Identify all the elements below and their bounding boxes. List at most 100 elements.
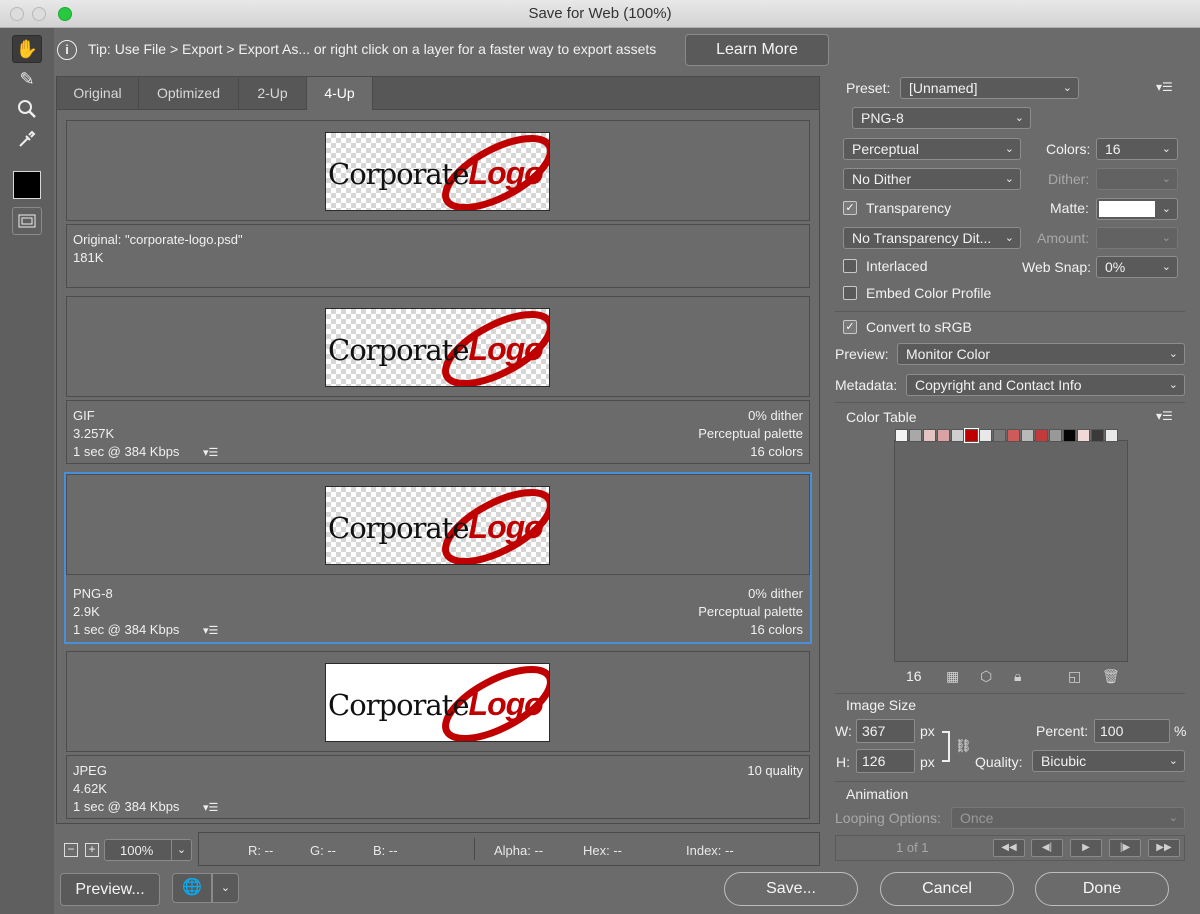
- jpeg-image-pane[interactable]: CorporateLogo: [66, 651, 810, 752]
- hand-tool-icon[interactable]: ✋: [12, 35, 42, 63]
- tools-panel: [0, 28, 54, 914]
- tab-4-up[interactable]: 4-Up: [307, 77, 373, 110]
- optimize-menu-icon[interactable]: ▾☰: [1156, 80, 1173, 94]
- eyedropper-tool-icon[interactable]: [12, 125, 42, 153]
- info-icon: i: [57, 40, 77, 60]
- color-swatch[interactable]: [895, 429, 908, 442]
- tab-2-up[interactable]: 2-Up: [239, 77, 307, 110]
- save-button[interactable]: Save...: [724, 872, 858, 906]
- cube-icon[interactable]: ⬡: [980, 668, 992, 685]
- color-swatch[interactable]: [937, 429, 950, 442]
- alpha-readout: Alpha: --: [494, 843, 544, 858]
- zoom-tool-icon[interactable]: [12, 95, 42, 123]
- palette-info: Perceptual palette: [698, 426, 803, 441]
- format-select[interactable]: PNG-8 ⌄: [852, 107, 1031, 129]
- color-swatch[interactable]: [1049, 429, 1062, 442]
- color-swatch[interactable]: [1021, 429, 1034, 442]
- matte-label: Matte:: [1050, 200, 1089, 216]
- color-reduction-value: Perceptual: [852, 141, 919, 157]
- toggle-slices-icon[interactable]: [12, 207, 42, 235]
- preset-select[interactable]: [Unnamed] ⌄: [900, 77, 1079, 99]
- browser-select-dropdown[interactable]: ⌄: [212, 873, 239, 903]
- color-swatch[interactable]: [993, 429, 1006, 442]
- metadata-select[interactable]: Copyright and Contact Info ⌄: [906, 374, 1185, 396]
- quality-info: 10 quality: [747, 763, 803, 778]
- color-swatch[interactable]: [1035, 429, 1048, 442]
- transparency-checkbox[interactable]: ✓: [843, 201, 857, 215]
- last-frame-button: ▶▶: [1148, 839, 1180, 857]
- title-bar: Save for Web (100%): [0, 0, 1200, 28]
- original-image-pane[interactable]: CorporateLogo: [66, 120, 810, 221]
- websnap-select[interactable]: 0% ⌄: [1096, 256, 1178, 278]
- color-swatch[interactable]: [1105, 429, 1118, 442]
- minimize-window-button[interactable]: [32, 7, 46, 21]
- zoom-level-select[interactable]: 100% ⌄: [104, 839, 192, 861]
- next-frame-button: |▶: [1109, 839, 1141, 857]
- transparency-label: Transparency: [866, 200, 952, 216]
- zoom-out-button[interactable]: −: [64, 843, 78, 857]
- color-swatch[interactable]: [923, 429, 936, 442]
- download-speed-menu-icon[interactable]: ▾☰: [203, 801, 218, 814]
- websnap-label: Web Snap:: [1022, 259, 1092, 275]
- logo-text-logo: Logo: [468, 331, 544, 367]
- colors-select[interactable]: 16 ⌄: [1096, 138, 1178, 160]
- color-count: 16: [906, 668, 922, 684]
- index-readout: Index: --: [686, 843, 734, 858]
- color-swatch[interactable]: [964, 428, 979, 443]
- color-reduction-select[interactable]: Perceptual ⌄: [843, 138, 1021, 160]
- colors-value: 16: [1105, 141, 1121, 157]
- zoom-in-button[interactable]: +: [85, 843, 99, 857]
- interlaced-checkbox[interactable]: [843, 259, 857, 273]
- resample-quality-select[interactable]: Bicubic ⌄: [1032, 750, 1185, 772]
- logo-text-logo: Logo: [468, 155, 544, 191]
- height-input[interactable]: 126: [856, 749, 915, 773]
- download-speed-menu-icon[interactable]: ▾☰: [203, 624, 218, 637]
- color-swatch[interactable]: [1077, 429, 1090, 442]
- palette-info: Perceptual palette: [698, 604, 803, 619]
- embed-color-profile-checkbox[interactable]: [843, 286, 857, 300]
- cancel-button[interactable]: Cancel: [880, 872, 1014, 906]
- png8-image-pane[interactable]: CorporateLogo: [66, 474, 810, 575]
- tab-optimized[interactable]: Optimized: [139, 77, 239, 110]
- color-table[interactable]: [894, 440, 1128, 662]
- color-swatch[interactable]: [1007, 429, 1020, 442]
- web-shift-icon[interactable]: ▦: [946, 668, 959, 685]
- convert-srgb-checkbox[interactable]: ✓: [843, 320, 857, 334]
- color-table-title: Color Table: [846, 409, 917, 425]
- width-unit: px: [920, 723, 935, 739]
- preview-button[interactable]: Preview...: [60, 873, 160, 906]
- green-readout: G: --: [310, 843, 336, 858]
- eyedropper-color-swatch[interactable]: [13, 171, 41, 199]
- zoom-window-button[interactable]: [58, 7, 72, 21]
- close-window-button[interactable]: [10, 7, 24, 21]
- color-swatch[interactable]: [1091, 429, 1104, 442]
- trash-icon[interactable]: 🗑︎: [1102, 668, 1120, 685]
- download-speed-menu-icon[interactable]: ▾☰: [203, 446, 218, 459]
- new-color-icon[interactable]: ◱: [1068, 668, 1081, 685]
- gif-image-pane[interactable]: CorporateLogo: [66, 296, 810, 397]
- chevron-down-icon: ⌄: [1168, 379, 1178, 391]
- preview-select[interactable]: Monitor Color ⌄: [897, 343, 1185, 365]
- tab-original[interactable]: Original: [57, 77, 139, 110]
- matte-select[interactable]: ⌄: [1096, 198, 1178, 220]
- preview-browser-button[interactable]: 🌐: [172, 873, 212, 903]
- color-table-menu-icon[interactable]: ▾☰: [1156, 409, 1173, 423]
- color-swatch[interactable]: [951, 429, 964, 442]
- link-icon[interactable]: ⛓︎: [955, 738, 972, 754]
- dither-algorithm-select[interactable]: No Dither ⌄: [843, 168, 1021, 190]
- learn-more-button[interactable]: Learn More: [685, 34, 829, 66]
- transparency-dither-select[interactable]: No Transparency Dit... ⌄: [843, 227, 1021, 249]
- color-swatch[interactable]: [1063, 429, 1076, 442]
- width-input[interactable]: 367: [856, 719, 915, 743]
- color-swatch[interactable]: [909, 429, 922, 442]
- color-swatch[interactable]: [979, 429, 992, 442]
- embed-color-profile-label: Embed Color Profile: [866, 285, 992, 301]
- colors-info: 16 colors: [750, 622, 803, 637]
- lock-icon[interactable]: 🔒︎: [1014, 668, 1021, 685]
- width-label: W:: [835, 723, 852, 739]
- done-button[interactable]: Done: [1035, 872, 1169, 906]
- chevron-down-icon: ⌄: [1161, 143, 1171, 155]
- slice-select-tool-icon[interactable]: ✎: [12, 65, 42, 93]
- percent-input[interactable]: 100: [1094, 719, 1170, 743]
- file-name: Original: "corporate-logo.psd": [73, 232, 243, 247]
